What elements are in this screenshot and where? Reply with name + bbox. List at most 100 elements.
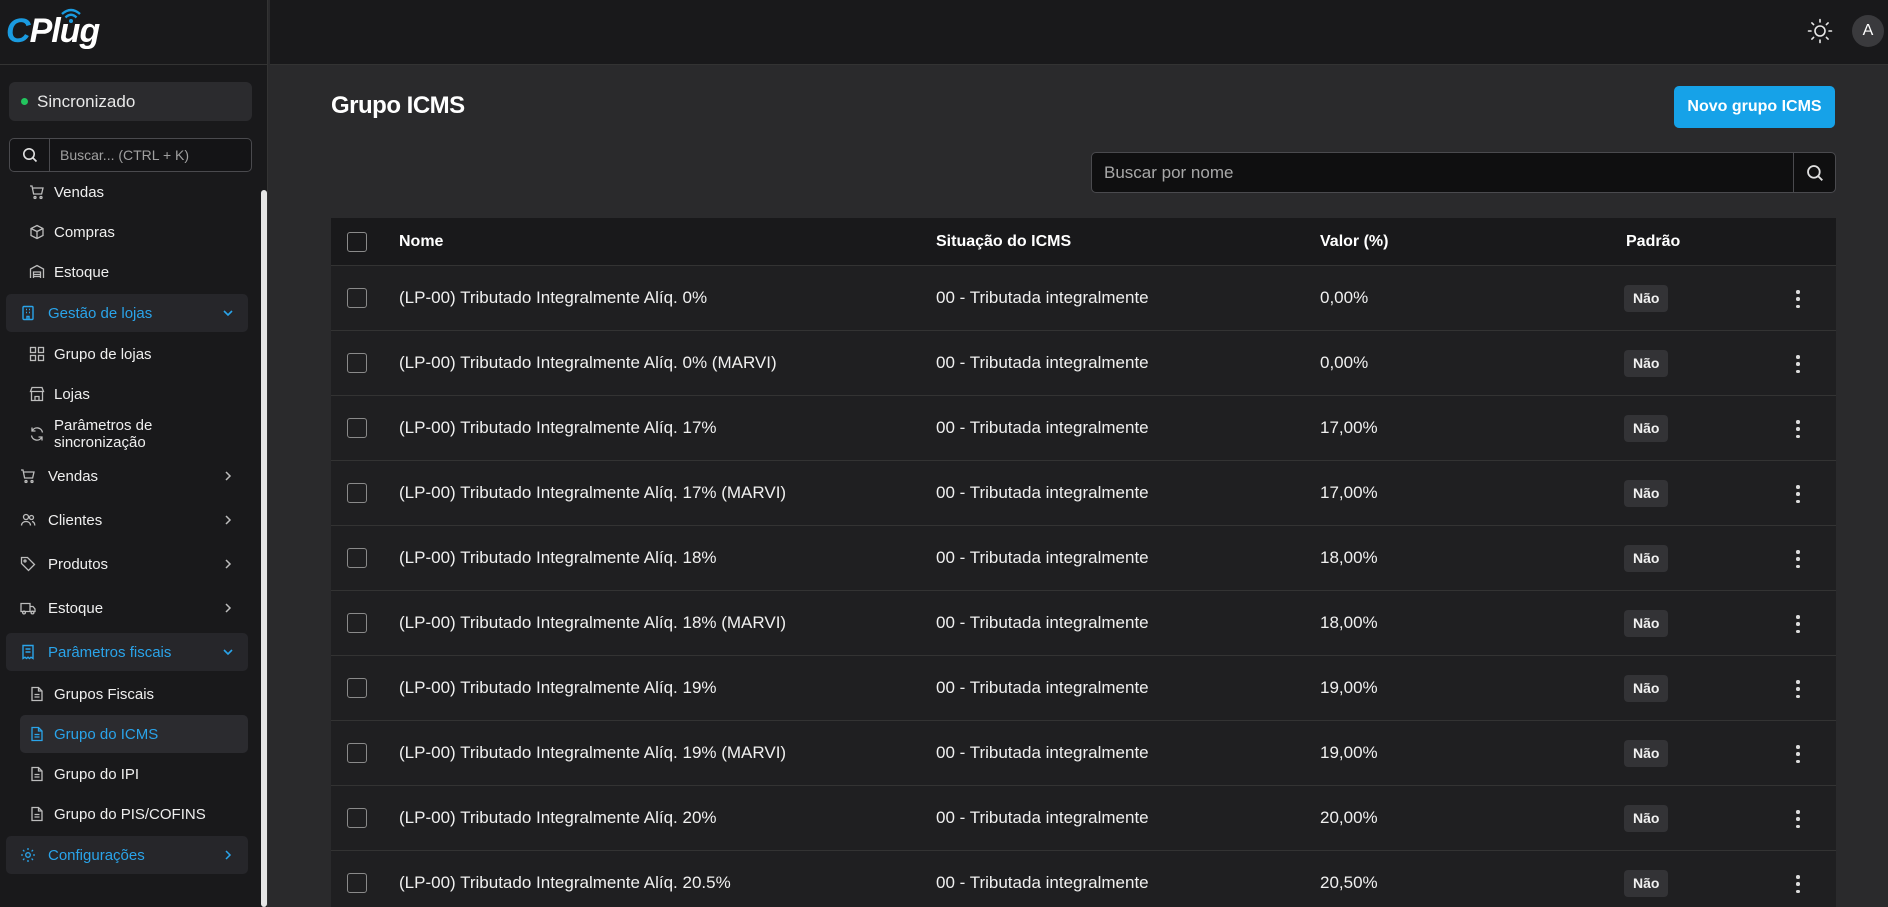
cell-situation: 00 - Tributada integralmente — [936, 873, 1149, 892]
warehouse-icon — [28, 264, 46, 280]
row-actions-kebab-icon[interactable] — [1793, 351, 1803, 377]
row-actions-kebab-icon[interactable] — [1793, 611, 1803, 637]
column-header-default[interactable]: Padrão — [1626, 233, 1680, 251]
cell-value: 20,00% — [1320, 808, 1378, 827]
cell-name: (LP-00) Tributado Integralmente Alíq. 19… — [399, 678, 717, 697]
sidebar-item-estoque[interactable]: Estoque — [6, 589, 248, 627]
page-title: Grupo ICMS — [331, 92, 465, 119]
cell-situation: 00 - Tributada integralmente — [936, 483, 1149, 502]
avatar[interactable]: A — [1852, 15, 1884, 47]
cell-situation: 00 - Tributada integralmente — [936, 418, 1149, 437]
sidebar-search-input[interactable] — [50, 147, 240, 163]
sidebar-item-label: Grupo do ICMS — [54, 725, 159, 743]
row-actions-kebab-icon[interactable] — [1793, 871, 1803, 897]
grid-icon — [28, 346, 46, 362]
sidebar-item-gestao-de-lojas[interactable]: Gestão de lojas — [6, 294, 248, 332]
table-row[interactable]: (LP-00) Tributado Integralmente Alíq. 18… — [331, 591, 1836, 656]
sidebar-item-label: Grupo do IPI — [54, 765, 140, 783]
file-icon — [28, 766, 46, 782]
table-row[interactable]: (LP-00) Tributado Integralmente Alíq. 0%… — [331, 266, 1836, 331]
cell-value: 0,00% — [1320, 353, 1369, 372]
column-header-value[interactable]: Valor (%) — [1320, 233, 1388, 251]
row-actions-kebab-icon[interactable] — [1793, 806, 1803, 832]
cell-value: 17,00% — [1320, 418, 1378, 437]
row-actions-kebab-icon[interactable] — [1793, 676, 1803, 702]
row-checkbox[interactable] — [347, 418, 367, 438]
row-actions-kebab-icon[interactable] — [1793, 546, 1803, 572]
cart-icon — [28, 184, 46, 200]
sidebar-item-vendas[interactable]: Vendas — [20, 180, 248, 211]
table-row[interactable]: (LP-00) Tributado Integralmente Alíq. 17… — [331, 461, 1836, 526]
cell-situation: 00 - Tributada integralmente — [936, 288, 1149, 307]
table-row[interactable]: (LP-00) Tributado Integralmente Alíq. 18… — [331, 526, 1836, 591]
table-row[interactable]: (LP-00) Tributado Integralmente Alíq. 17… — [331, 396, 1836, 461]
name-search — [1091, 152, 1836, 193]
sidebar-item-label: Produtos — [48, 555, 109, 573]
search-button[interactable] — [1793, 153, 1835, 192]
row-checkbox[interactable] — [347, 678, 367, 698]
sidebar-item-label: Gestão de lojas — [48, 304, 153, 322]
file-icon — [28, 726, 46, 742]
chevron-down-icon — [222, 645, 234, 662]
sidebar-item-clientes[interactable]: Clientes — [6, 501, 248, 539]
sidebar-item-configuracoes[interactable]: Configurações — [6, 836, 248, 874]
row-checkbox[interactable] — [347, 743, 367, 763]
sidebar-item-grupo-do-ipi[interactable]: Grupo do IPI — [20, 755, 248, 793]
table-row[interactable]: (LP-00) Tributado Integralmente Alíq. 19… — [331, 656, 1836, 721]
cell-value: 20,50% — [1320, 873, 1378, 892]
store-icon — [28, 386, 46, 402]
new-icms-group-button[interactable]: Novo grupo ICMS — [1674, 86, 1835, 128]
sidebar-item-compras[interactable]: Compras — [20, 213, 248, 251]
row-checkbox[interactable] — [347, 483, 367, 503]
row-actions-kebab-icon[interactable] — [1793, 741, 1803, 767]
cell-value: 17,00% — [1320, 483, 1378, 502]
sidebar-search[interactable] — [9, 138, 252, 172]
column-header-name[interactable]: Nome — [399, 233, 443, 251]
row-actions-kebab-icon[interactable] — [1793, 286, 1803, 312]
table-row[interactable]: (LP-00) Tributado Integralmente Alíq. 20… — [331, 851, 1836, 907]
search-icon — [10, 139, 50, 171]
sidebar-item-label: Grupo de lojas — [54, 345, 152, 363]
row-checkbox[interactable] — [347, 873, 367, 893]
sidebar-item-vendas[interactable]: Vendas — [6, 457, 248, 495]
cell-value: 18,00% — [1320, 613, 1378, 632]
table-row[interactable]: (LP-00) Tributado Integralmente Alíq. 20… — [331, 786, 1836, 851]
row-checkbox[interactable] — [347, 288, 367, 308]
table-row[interactable]: (LP-00) Tributado Integralmente Alíq. 0%… — [331, 331, 1836, 396]
chevron-down-icon — [222, 306, 234, 323]
sidebar-item-grupo-do-pis-cofins[interactable]: Grupo do PIS/COFINS — [20, 795, 248, 833]
sidebar-item-estoque[interactable]: Estoque — [20, 253, 248, 291]
cell-situation: 00 - Tributada integralmente — [936, 353, 1149, 372]
sidebar-scrollbar[interactable] — [261, 190, 267, 907]
chevron-right-icon — [222, 513, 234, 530]
theme-toggle-sun-icon[interactable] — [1807, 18, 1833, 44]
sidebar-item-parametros-de-sincronizacao[interactable]: Parâmetros de sincronização — [20, 415, 248, 453]
sidebar-item-label: Grupos Fiscais — [54, 685, 155, 703]
sidebar-item-grupo-do-icms[interactable]: Grupo do ICMS — [20, 715, 248, 753]
sidebar-item-label: Configurações — [48, 846, 145, 864]
row-checkbox[interactable] — [347, 353, 367, 373]
sidebar-item-parametros-fiscais[interactable]: Parâmetros fiscais — [6, 633, 248, 671]
column-header-situation[interactable]: Situação do ICMS — [936, 233, 1071, 251]
select-all-checkbox[interactable] — [347, 232, 367, 252]
icms-table: Nome Situação do ICMS Valor (%) Padrão (… — [331, 218, 1836, 907]
row-checkbox[interactable] — [347, 613, 367, 633]
logo[interactable]: CPlug — [6, 12, 100, 51]
sidebar-item-lojas[interactable]: Lojas — [20, 375, 248, 413]
row-actions-kebab-icon[interactable] — [1793, 481, 1803, 507]
chevron-right-icon — [222, 848, 234, 865]
sidebar-nav: Vendas Compras Estoque Gestão de lojas Grupo… — [0, 180, 262, 907]
tag-icon — [16, 556, 40, 572]
sidebar-item-produtos[interactable]: Produtos — [6, 545, 248, 583]
cell-value: 19,00% — [1320, 743, 1378, 762]
name-search-input[interactable] — [1092, 153, 1793, 192]
truck-icon — [16, 600, 40, 616]
gear-icon — [16, 847, 40, 863]
file-icon — [28, 806, 46, 822]
row-checkbox[interactable] — [347, 548, 367, 568]
sidebar-item-grupos-fiscais[interactable]: Grupos Fiscais — [20, 675, 248, 713]
row-actions-kebab-icon[interactable] — [1793, 416, 1803, 442]
row-checkbox[interactable] — [347, 808, 367, 828]
table-row[interactable]: (LP-00) Tributado Integralmente Alíq. 19… — [331, 721, 1836, 786]
sidebar-item-grupo-de-lojas[interactable]: Grupo de lojas — [20, 335, 248, 373]
